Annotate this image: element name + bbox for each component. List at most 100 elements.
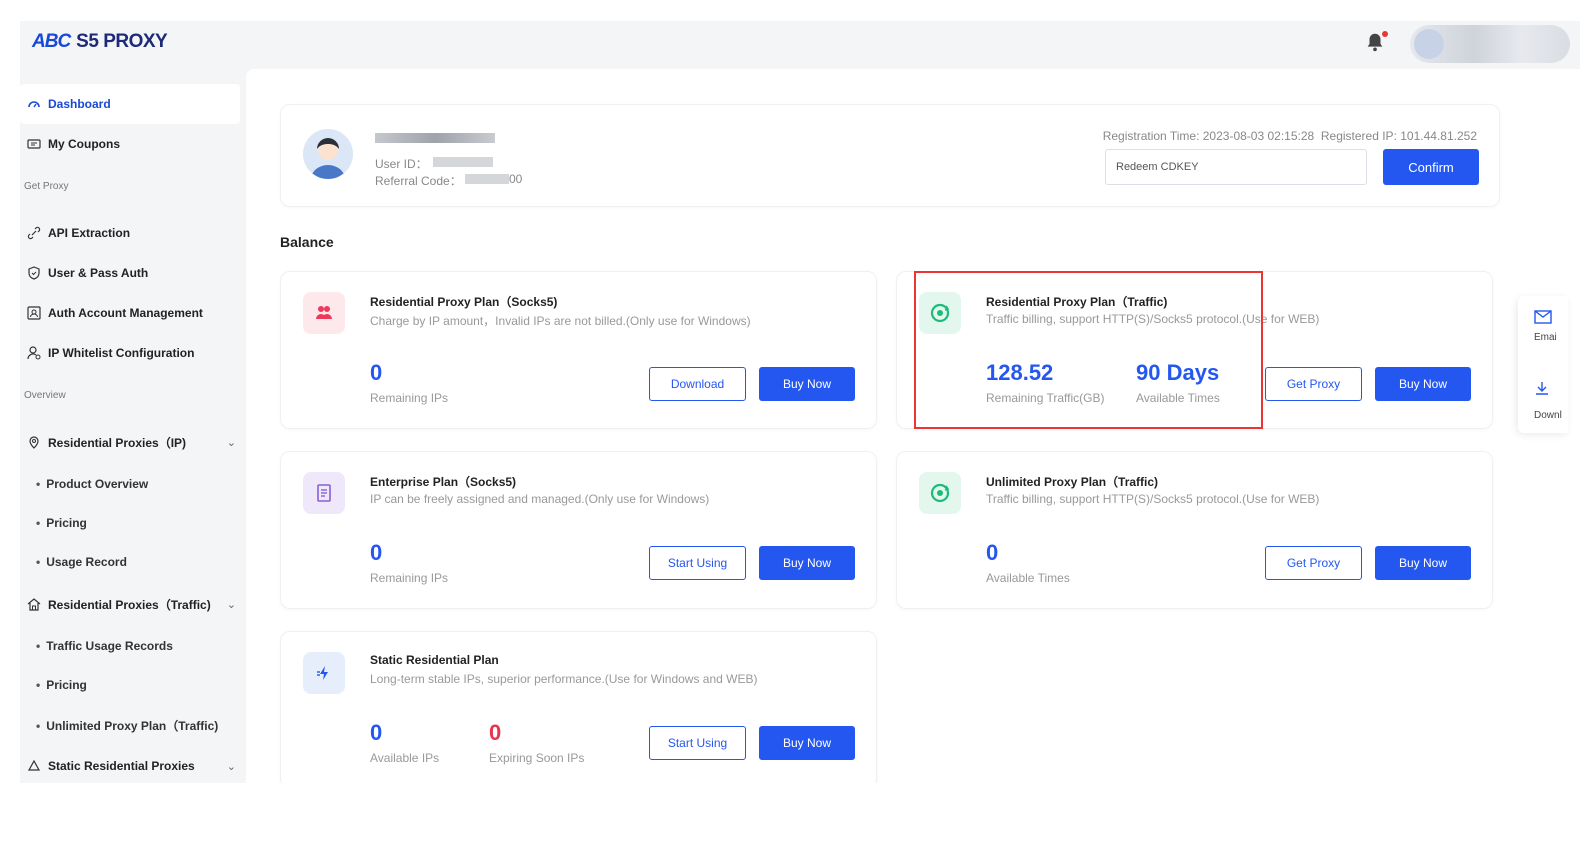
balance-title: Balance (280, 234, 334, 250)
sidebar-item-label: Dashboard (48, 97, 111, 111)
sidebar: Dashboard My Coupons Get Proxy API Extra… (20, 81, 246, 783)
chevron-down-icon: ⌄ (226, 760, 236, 773)
sidebar-item-label: API Extraction (48, 226, 131, 240)
top-bar: ABC S5 PROXY (20, 21, 1580, 69)
remaining-ips-value: 0 (370, 540, 383, 565)
account-icon (27, 306, 41, 320)
available-ips-value: 0 (370, 720, 383, 745)
sidebar-item-dashboard[interactable]: Dashboard (20, 84, 240, 124)
user-id-masked (433, 157, 493, 167)
buy-now-button[interactable]: Buy Now (1375, 367, 1471, 401)
start-using-button[interactable]: Start Using (649, 546, 746, 580)
sidebar-item-residential-traffic[interactable]: Residential Proxies（Traffic) ⌄ (20, 584, 240, 624)
sidebar-item-auth-account-management[interactable]: Auth Account Management (20, 293, 240, 333)
buy-now-button[interactable]: Buy Now (759, 726, 855, 760)
registered-ip: 101.44.81.252 (1400, 129, 1477, 143)
confirm-button[interactable]: Confirm (1383, 149, 1479, 185)
sidebar-item-my-coupons[interactable]: My Coupons (20, 124, 240, 164)
sidebar-item-label: IP Whitelist Configuration (48, 346, 195, 360)
logo-mark: ABC (32, 31, 71, 52)
expiring-soon-value: 0 (489, 720, 502, 745)
available-times-value: 0 (986, 540, 999, 565)
lightning-icon (303, 652, 345, 694)
app-window: ABC S5 PROXY Dashboard My Coupons Get Pr… (20, 21, 1580, 783)
sidebar-item-user-pass-auth[interactable]: User & Pass Auth (20, 253, 240, 293)
sidebar-subitem-traffic-usage-records[interactable]: Traffic Usage Records (36, 639, 173, 653)
plan-title: Residential Proxy Plan（Socks5) (370, 295, 558, 309)
referral-code-label: Referral Code： (375, 174, 462, 188)
plan-description: Long-term stable IPs, superior performan… (370, 672, 758, 686)
notification-dot (1382, 31, 1388, 37)
sidebar-item-label: My Coupons (48, 137, 120, 151)
sidebar-item-residential-ip[interactable]: Residential Proxies（IP) ⌄ (20, 422, 240, 462)
sidebar-item-label: Static Residential Proxies (48, 759, 195, 773)
plan-description: Traffic billing, support HTTP(S)/Socks5 … (986, 492, 1320, 506)
link-icon (27, 226, 41, 240)
avatar (1414, 29, 1444, 59)
sidebar-item-ip-whitelist[interactable]: IP Whitelist Configuration (20, 333, 240, 373)
referral-code-masked (465, 174, 509, 184)
sidebar-subitem-usage-record[interactable]: Usage Record (36, 555, 127, 569)
expiring-soon-label: Expiring Soon IPs (489, 751, 585, 765)
logo[interactable]: ABC S5 PROXY (32, 31, 168, 53)
sidebar-item-label: User & Pass Auth (48, 266, 149, 280)
plan-title: Static Residential Plan (370, 653, 499, 667)
highlight-annotation-box (914, 271, 1263, 429)
sidebar-subitem-pricing-ip[interactable]: Pricing (36, 516, 87, 530)
sidebar-subitem-product-overview[interactable]: Product Overview (36, 477, 148, 491)
refresh-globe-icon (919, 472, 961, 514)
sidebar-subitem-unlimited-proxy-plan[interactable]: Unlimited Proxy Plan（Traffic) (36, 717, 218, 734)
buy-now-button[interactable]: Buy Now (1375, 546, 1471, 580)
sidebar-item-label: Residential Proxies（IP) (48, 435, 187, 450)
notification-bell-icon[interactable] (1364, 31, 1388, 55)
buy-now-button[interactable]: Buy Now (759, 546, 855, 580)
section-get-proxy: Get Proxy (24, 181, 69, 192)
referral-code-tail: 00 (509, 172, 523, 186)
user-id-label: User ID： (375, 157, 428, 171)
plan-card-static-residential: Static Residential Plan Long-term stable… (280, 631, 877, 783)
plan-card-enterprise-socks5: Enterprise Plan（Socks5) IP can be freely… (280, 451, 877, 609)
home-icon (27, 597, 41, 611)
email-label[interactable]: Emai (1534, 332, 1557, 343)
get-proxy-button[interactable]: Get Proxy (1265, 367, 1362, 401)
available-ips-label: Available IPs (370, 751, 440, 765)
people-icon (303, 292, 345, 334)
floating-toolbar: Emai Downl (1518, 296, 1568, 433)
available-times-label: Available Times (986, 571, 1070, 585)
sidebar-item-label: Auth Account Management (48, 306, 203, 320)
user-menu[interactable] (1410, 25, 1570, 63)
registered-ip-label: Registered IP: (1320, 129, 1397, 143)
get-proxy-button[interactable]: Get Proxy (1265, 546, 1362, 580)
plan-title: Unlimited Proxy Plan（Traffic) (986, 475, 1159, 489)
email-icon[interactable] (1534, 310, 1552, 329)
sidebar-item-api-extraction[interactable]: API Extraction (20, 213, 240, 253)
user-gear-icon (27, 346, 41, 360)
plan-title: Enterprise Plan（Socks5) (370, 475, 517, 489)
remaining-ips-label: Remaining IPs (370, 571, 449, 585)
profile-card: User ID： Referral Code： 00 Registration … (280, 104, 1500, 207)
coupon-icon (27, 137, 41, 151)
sidebar-item-static-residential[interactable]: Static Residential Proxies ⌄ (20, 746, 240, 783)
sidebar-subitem-pricing-traffic[interactable]: Pricing (36, 678, 87, 692)
plan-card-residential-socks5: Residential Proxy Plan（Socks5) Charge by… (280, 271, 877, 429)
username-masked (375, 133, 495, 143)
registration-info: Registration Time: 2023-08-03 02:15:28 R… (1103, 129, 1477, 143)
start-using-button[interactable]: Start Using (649, 726, 746, 760)
section-overview: Overview (24, 390, 66, 401)
location-pin-icon (27, 435, 41, 449)
registration-time: 2023-08-03 02:15:28 (1202, 129, 1315, 143)
remaining-ips-label: Remaining IPs (370, 391, 449, 405)
plan-description: Charge by IP amount，Invalid IPs are not … (370, 314, 751, 328)
buy-now-button[interactable]: Buy Now (759, 367, 855, 401)
dashboard-icon (27, 97, 41, 111)
redeem-cdkey-input[interactable]: Redeem CDKEY (1105, 149, 1367, 185)
plan-card-unlimited-traffic: Unlimited Proxy Plan（Traffic) Traffic bi… (896, 451, 1493, 609)
avatar (303, 129, 353, 179)
download-button[interactable]: Download (649, 367, 746, 401)
static-icon (27, 759, 41, 773)
shield-icon (27, 266, 41, 280)
main-content: User ID： Referral Code： 00 Registration … (246, 69, 1580, 783)
download-icon[interactable] (1534, 380, 1550, 401)
chevron-down-icon: ⌄ (226, 436, 236, 449)
download-label[interactable]: Downl (1534, 410, 1562, 421)
